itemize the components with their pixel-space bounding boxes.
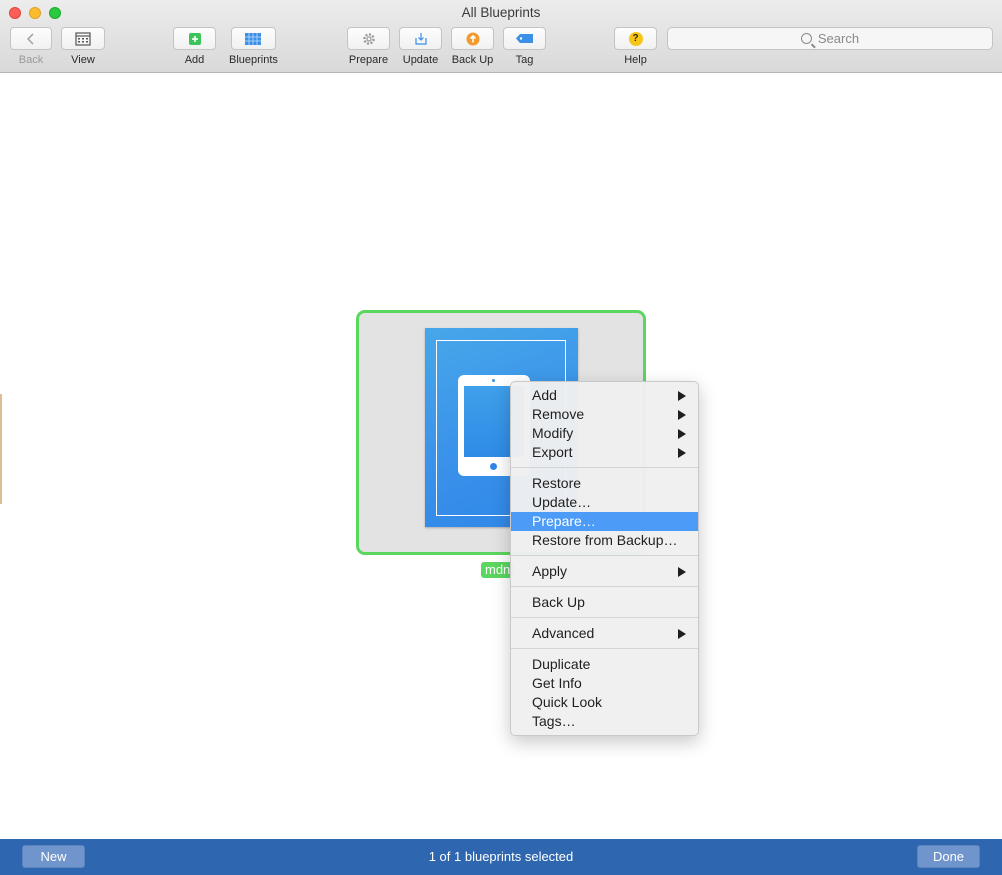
add-icon [188, 32, 201, 45]
window-edge-decoration [0, 394, 2, 504]
toolbar: All Blueprints Back View Add Blueprints … [0, 0, 1002, 73]
menu-item-restore-from-backup[interactable]: Restore from Backup… [511, 531, 698, 550]
search-placeholder: Search [817, 31, 860, 46]
menu-item-label: Add [532, 387, 557, 403]
update-button[interactable]: Update [399, 27, 442, 66]
menu-item-export[interactable]: Export [511, 443, 698, 462]
add-button[interactable]: Add [173, 27, 216, 66]
menu-item-back-up[interactable]: Back Up [511, 593, 698, 612]
submenu-arrow-icon [678, 567, 686, 577]
calendar-view-icon [75, 31, 91, 46]
menu-item-label: Restore [532, 475, 582, 491]
update-label: Update [402, 54, 439, 66]
menu-item-label: Modify [532, 425, 574, 441]
menu-item-label: Prepare… [532, 513, 596, 529]
menu-item-quick-look[interactable]: Quick Look [511, 693, 698, 712]
menu-separator [511, 617, 698, 618]
menu-item-advanced[interactable]: Advanced [511, 624, 698, 643]
menu-item-apply[interactable]: Apply [511, 562, 698, 581]
menu-item-modify[interactable]: Modify [511, 424, 698, 443]
submenu-arrow-icon [678, 410, 686, 420]
search-icon [800, 33, 812, 44]
chevron-left-icon [26, 32, 34, 45]
selection-status: 1 of 1 blueprints selected [428, 849, 574, 864]
back-label: Back [18, 54, 44, 66]
window-title: All Blueprints [461, 5, 541, 20]
menu-item-remove[interactable]: Remove [511, 405, 698, 424]
ipad-home-button [490, 463, 497, 470]
blueprints-label: Blueprints [229, 54, 278, 66]
done-button[interactable]: Done [917, 845, 980, 868]
submenu-arrow-icon [678, 448, 686, 458]
ipad-camera [492, 379, 495, 382]
help-icon: ? [628, 31, 643, 46]
tag-label: Tag [515, 54, 534, 66]
menu-item-add[interactable]: Add [511, 386, 698, 405]
backup-arrow-icon [466, 32, 479, 45]
blueprints-content-area[interactable]: mdn [0, 74, 1002, 839]
menu-item-label: Back Up [532, 594, 585, 610]
context-menu: Add Remove Modify Export Restore Update…… [510, 381, 699, 736]
back-up-button[interactable]: Back Up [451, 27, 494, 66]
submenu-arrow-icon [678, 429, 686, 439]
menu-item-label: Tags… [532, 713, 576, 729]
menu-separator [511, 586, 698, 587]
view-button[interactable]: View [61, 27, 105, 66]
menu-item-duplicate[interactable]: Duplicate [511, 655, 698, 674]
search-field[interactable]: Search [667, 27, 993, 50]
app-window: All Blueprints Back View Add Blueprints … [0, 0, 1002, 875]
gear-icon [362, 32, 375, 45]
prepare-label: Prepare [348, 54, 389, 66]
menu-item-label: Advanced [532, 625, 595, 641]
menu-item-get-info[interactable]: Get Info [511, 674, 698, 693]
tag-button[interactable]: Tag [503, 27, 546, 66]
menu-item-label: Get Info [532, 675, 582, 691]
menu-item-label: Update… [532, 494, 592, 510]
menu-separator [511, 555, 698, 556]
menu-item-label: Export [532, 444, 573, 460]
view-label: View [71, 54, 95, 66]
menu-separator [511, 648, 698, 649]
submenu-arrow-icon [678, 629, 686, 639]
menu-item-label: Quick Look [532, 694, 603, 710]
prepare-button[interactable]: Prepare [347, 27, 390, 66]
menu-item-prepare[interactable]: Prepare… [511, 512, 698, 531]
help-label: Help [624, 54, 647, 66]
blueprint-grid-icon [245, 32, 262, 45]
tag-icon [515, 34, 533, 43]
menu-item-label: Remove [532, 406, 585, 422]
bottom-bar: New 1 of 1 blueprints selected Done [0, 839, 1002, 875]
menu-item-tags[interactable]: Tags… [511, 712, 698, 731]
menu-item-restore[interactable]: Restore [511, 474, 698, 493]
menu-item-label: Duplicate [532, 656, 591, 672]
menu-separator [511, 467, 698, 468]
blueprints-button[interactable]: Blueprints [229, 27, 278, 66]
help-button[interactable]: ? Help [614, 27, 657, 66]
add-label: Add [184, 54, 205, 66]
menu-item-label: Restore from Backup… [532, 532, 678, 548]
menu-item-label: Apply [532, 563, 568, 579]
back-up-label: Back Up [451, 54, 494, 66]
menu-item-update[interactable]: Update… [511, 493, 698, 512]
submenu-arrow-icon [678, 391, 686, 401]
download-tray-icon [414, 32, 427, 45]
back-button[interactable]: Back [10, 27, 52, 66]
